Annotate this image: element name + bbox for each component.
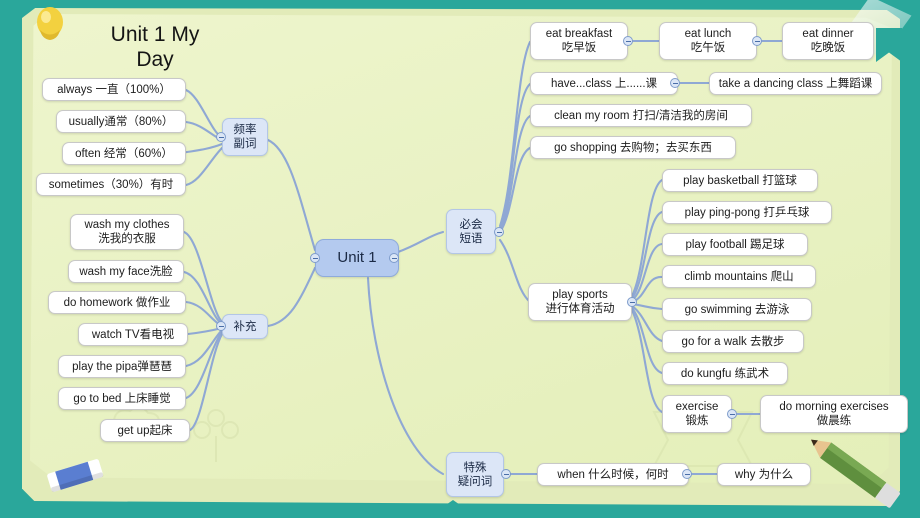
node-go-shopping[interactable]: go shopping 去购物；去买东西 — [530, 136, 736, 159]
node-go-swimming[interactable]: go swimming 去游泳 — [662, 298, 812, 321]
node-climb-mountains[interactable]: climb mountains 爬山 — [662, 265, 816, 288]
collapse-handle-root-right-icon[interactable] — [389, 253, 399, 263]
branch-question-words[interactable]: 特殊 疑问词 — [446, 452, 504, 497]
node-get-up[interactable]: get up起床 — [100, 419, 190, 442]
node-play-basketball[interactable]: play basketball 打篮球 — [662, 169, 818, 192]
collapse-handle-question-words-icon[interactable] — [501, 469, 511, 479]
collapse-handle-lunch-icon[interactable] — [752, 36, 762, 46]
node-play-ping-pong[interactable]: play ping-pong 打乒乓球 — [662, 201, 832, 224]
mindmap-canvas: Unit 1 My Day always 一直（100%） usually通常（… — [0, 0, 920, 518]
node-eat-dinner[interactable]: eat dinner 吃晚饭 — [782, 22, 874, 60]
node-play-pipa[interactable]: play the pipa弹琶琶 — [58, 355, 186, 378]
node-clean-my-room[interactable]: clean my room 打扫/清洁我的房间 — [530, 104, 752, 127]
node-when[interactable]: when 什么时候，何时 — [537, 463, 689, 486]
node-do-kungfu[interactable]: do kungfu 练武术 — [662, 362, 788, 385]
collapse-handle-when-icon[interactable] — [682, 469, 692, 479]
node-go-to-bed[interactable]: go to bed 上床睡觉 — [58, 387, 186, 410]
node-exercise[interactable]: exercise 锻炼 — [662, 395, 732, 433]
collapse-handle-supplement-icon[interactable] — [216, 321, 226, 331]
node-usually[interactable]: usually通常（80%） — [56, 110, 186, 133]
page-title-line1: Unit 1 My — [110, 23, 200, 46]
node-do-homework[interactable]: do homework 做作业 — [48, 291, 186, 314]
page-title: Unit 1 My Day — [70, 22, 240, 72]
page-title-line2: Day — [136, 48, 174, 71]
branch-must-know-phrases[interactable]: 必会 短语 — [446, 209, 496, 254]
node-wash-clothes[interactable]: wash my clothes 洗我的衣服 — [70, 214, 184, 250]
node-play-football[interactable]: play football 踢足球 — [662, 233, 808, 256]
pencil-icon — [811, 439, 900, 508]
collapse-handle-phrases-icon[interactable] — [494, 227, 504, 237]
branch-supplement[interactable]: 补充 — [222, 314, 268, 339]
node-watch-tv[interactable]: watch TV看电视 — [78, 323, 188, 346]
node-wash-face[interactable]: wash my face洗脸 — [68, 260, 184, 283]
collapse-handle-have-class-icon[interactable] — [670, 78, 680, 88]
node-have-class[interactable]: have...class 上......课 — [530, 72, 678, 95]
collapse-handle-frequency-icon[interactable] — [216, 132, 226, 142]
collapse-handle-breakfast-icon[interactable] — [623, 36, 633, 46]
node-often[interactable]: often 经常（60%） — [62, 142, 186, 165]
eraser-icon — [47, 459, 104, 492]
node-dancing-class[interactable]: take a dancing class 上舞蹈课 — [709, 72, 882, 95]
collapse-handle-exercise-icon[interactable] — [727, 409, 737, 419]
branch-frequency-adverbs[interactable]: 频率 副词 — [222, 118, 268, 156]
pushpin-icon — [37, 7, 63, 40]
node-go-for-a-walk[interactable]: go for a walk 去散步 — [662, 330, 804, 353]
root-node-unit-1[interactable]: Unit 1 — [315, 239, 399, 277]
node-eat-breakfast[interactable]: eat breakfast 吃早饭 — [530, 22, 628, 60]
node-play-sports[interactable]: play sports 进行体育活动 — [528, 283, 632, 321]
collapse-handle-root-left-icon[interactable] — [310, 253, 320, 263]
node-eat-lunch[interactable]: eat lunch 吃午饭 — [659, 22, 757, 60]
node-always[interactable]: always 一直（100%） — [42, 78, 186, 101]
collapse-handle-sports-icon[interactable] — [627, 297, 637, 307]
node-sometimes[interactable]: sometimes（30%）有时 — [36, 173, 186, 196]
